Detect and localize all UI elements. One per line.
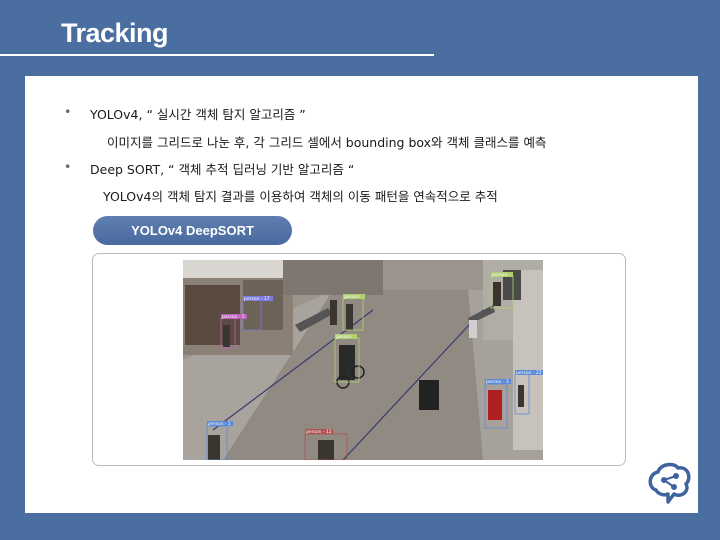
detection-label: person [336, 334, 352, 340]
detection-label: person - 1 [208, 421, 231, 427]
brain-network-icon [646, 460, 694, 504]
detection-label: person - 17 [244, 296, 270, 302]
demo-label-pill: YOLOv4 DeepSORT [93, 216, 292, 245]
detection-label: person - 3 [486, 379, 509, 385]
bullet-yolov4-description: 이미지를 그리드로 나눈 후, 각 그리드 셀에서 bounding box와 … [107, 135, 547, 150]
building-distant [283, 260, 383, 295]
pedestrian-red-jacket [488, 390, 502, 420]
title-divider [0, 54, 434, 56]
bullet-marker: • [64, 159, 72, 174]
bullet-marker: • [64, 104, 72, 119]
detection-label: person - 22 [516, 370, 542, 376]
awning [183, 260, 293, 278]
slide-title: Tracking [61, 18, 169, 48]
bullet-deepsort-description: YOLOv4의 객체 탐지 결과를 이용하여 객체의 이동 패턴을 연속적으로 … [103, 189, 498, 204]
bullet-yolov4-text: YOLOv4, “ 실시간 객체 탐지 알고리즘 ” [90, 107, 306, 122]
shop-window [243, 280, 283, 330]
trash-bin [419, 380, 439, 410]
detection-label: person [344, 294, 360, 300]
bullet-deepsort-text: Deep SORT, “ 객체 추적 딥러닝 기반 알고리즘 “ [90, 162, 355, 177]
detection-label: person [492, 272, 508, 278]
tracking-video-frame: person - 17 person person - 5 person per… [183, 260, 543, 460]
detection-label: person - 5 [222, 314, 245, 320]
bollard [469, 320, 477, 338]
detection-label: person - 12 [306, 429, 332, 435]
